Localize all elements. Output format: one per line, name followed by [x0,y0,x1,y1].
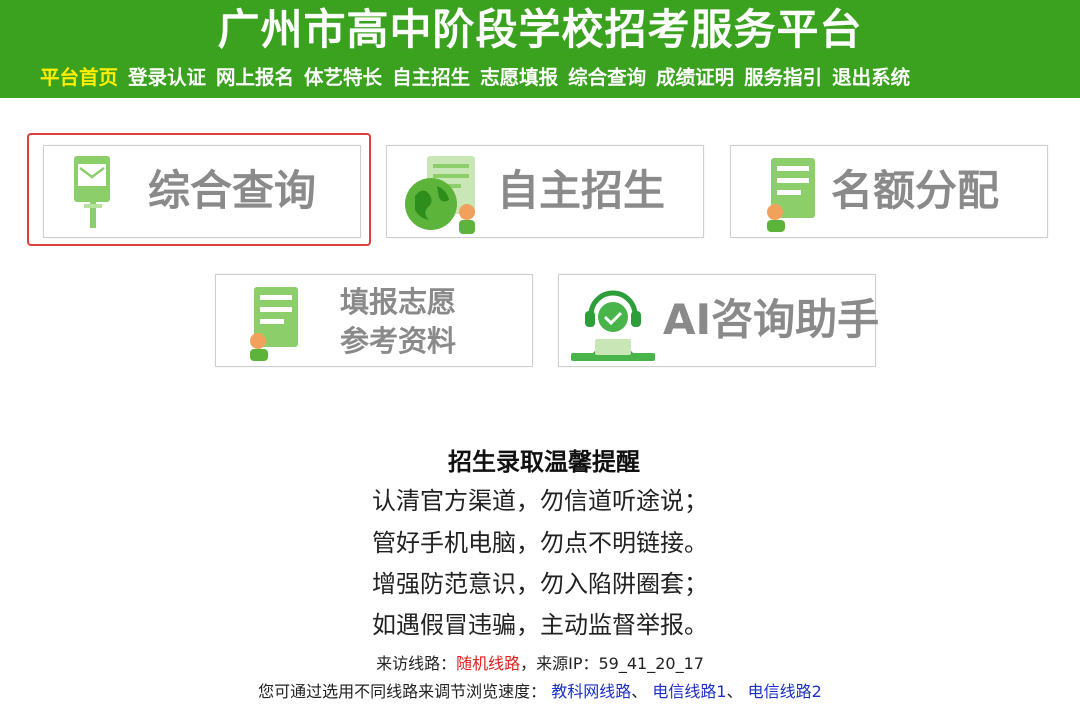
certificate-icon [767,158,815,232]
route-separator: 、 [726,682,743,701]
nav-item-score-certificate[interactable]: 成绩证明 [656,64,734,92]
notice-line: 增强防范意识，勿入陷阱圈套； [372,570,708,598]
notice-line: 如遇假冒违骗，主动监督举报。 [372,611,708,639]
nav-item-volunteer-filling[interactable]: 志愿填报 [480,64,558,92]
route-link-telecom-2[interactable]: 电信线路2 [748,682,822,701]
tile-label-line1: 填报志愿 [340,285,457,319]
random-route-link[interactable]: 随机线路 [456,654,520,673]
nav-item-home[interactable]: 平台首页 [40,64,118,92]
notice-line: 管好手机电脑，勿点不明链接。 [372,529,708,557]
tile-independent-enrollment[interactable]: 自主招生 [386,145,704,238]
tile-ai-assistant[interactable]: AI咨询助手 [558,274,880,367]
route-link-edu[interactable]: 教科网线路 [551,682,631,701]
tile-quota-allocation[interactable]: 名额分配 [730,145,1048,238]
assistant-headset-icon [571,290,655,361]
tile-label-line2: 参考资料 [340,324,457,358]
header-bar: 广州市高中阶段学校招考服务平台 平台首页 登录认证 网上报名 体艺特长 自主招生… [0,0,1080,98]
tile-volunteer-reference[interactable]: 填报志愿 参考资料 [215,274,533,367]
nav-item-general-query[interactable]: 综合查询 [568,64,646,92]
tile-label: 综合查询 [148,166,317,215]
tile-label: AI咨询助手 [663,295,880,344]
notice-title: 招生录取温馨提醒 [448,448,640,476]
source-ip-label: ，来源IP： [520,654,599,673]
site-title: 广州市高中阶段学校招考服务平台 [217,5,863,54]
nav-item-logout[interactable]: 退出系统 [832,64,910,92]
notice-line: 认清官方渠道，勿信道听途说； [372,487,708,515]
document-person-icon [250,287,298,361]
tile-label: 自主招生 [497,166,666,215]
tile-general-query[interactable]: 综合查询 [43,145,361,238]
globe-document-icon [405,156,475,234]
route-separator: 、 [631,682,648,701]
nav-item-login[interactable]: 登录认证 [128,64,206,92]
visit-route-info: 来访线路：随机线路，来源IP：59_41_20_17 [0,652,1080,676]
nav-item-service-guide[interactable]: 服务指引 [744,64,822,92]
nav-item-independent-enrollment[interactable]: 自主招生 [392,64,470,92]
nav-item-online-registration[interactable]: 网上报名 [216,64,294,92]
main-nav: 平台首页 登录认证 网上报名 体艺特长 自主招生 志愿填报 综合查询 成绩证明 … [40,64,910,92]
route-link-telecom-1[interactable]: 电信线路1 [652,682,726,701]
nav-item-arts-sports[interactable]: 体艺特长 [304,64,382,92]
route-hint: 您可通过选用不同线路来调节浏览速度： [258,682,547,701]
tile-label: 填报志愿 参考资料 [340,283,456,361]
mailbox-icon [74,156,110,228]
route-selector: 您可通过选用不同线路来调节浏览速度： 教科网线路、 电信线路1、 电信线路2 [0,680,1080,704]
tile-label: 名额分配 [831,166,1000,215]
visit-route-label: 来访线路： [376,654,457,673]
source-ip-value: 59_41_20_17 [598,654,704,673]
